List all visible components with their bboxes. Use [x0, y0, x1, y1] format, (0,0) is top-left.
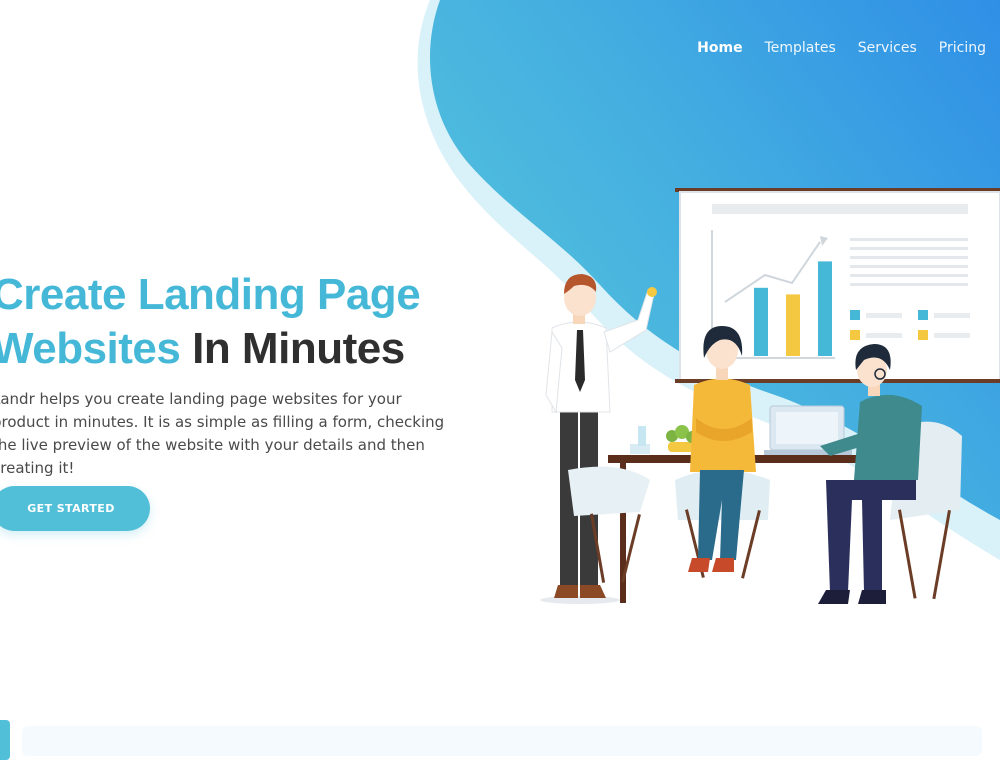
hero-title-line1: Create Landing Page [0, 270, 421, 319]
board-bar [818, 261, 832, 356]
get-started-button[interactable]: GET STARTED [0, 486, 150, 531]
board-bar [786, 294, 800, 356]
side-tab[interactable] [0, 720, 10, 760]
team-meeting-illustration [540, 188, 1000, 604]
main-nav: Home Templates Services Pricing [697, 40, 986, 56]
nav-templates-link[interactable]: Templates [765, 40, 836, 56]
hero-title-line2-rest: In Minutes [192, 324, 405, 373]
hero-title: Create Landing Page Websites In Minutes [0, 268, 421, 376]
board-bar [754, 287, 768, 356]
hero-description: Landr helps you create landing page webs… [0, 390, 445, 477]
hero-title-line2-accent: Websites [0, 324, 181, 373]
nav-services-link[interactable]: Services [858, 40, 917, 56]
nav-home-link[interactable]: Home [697, 40, 742, 56]
next-section-edge [22, 726, 982, 756]
nav-pricing-link[interactable]: Pricing [939, 40, 986, 56]
